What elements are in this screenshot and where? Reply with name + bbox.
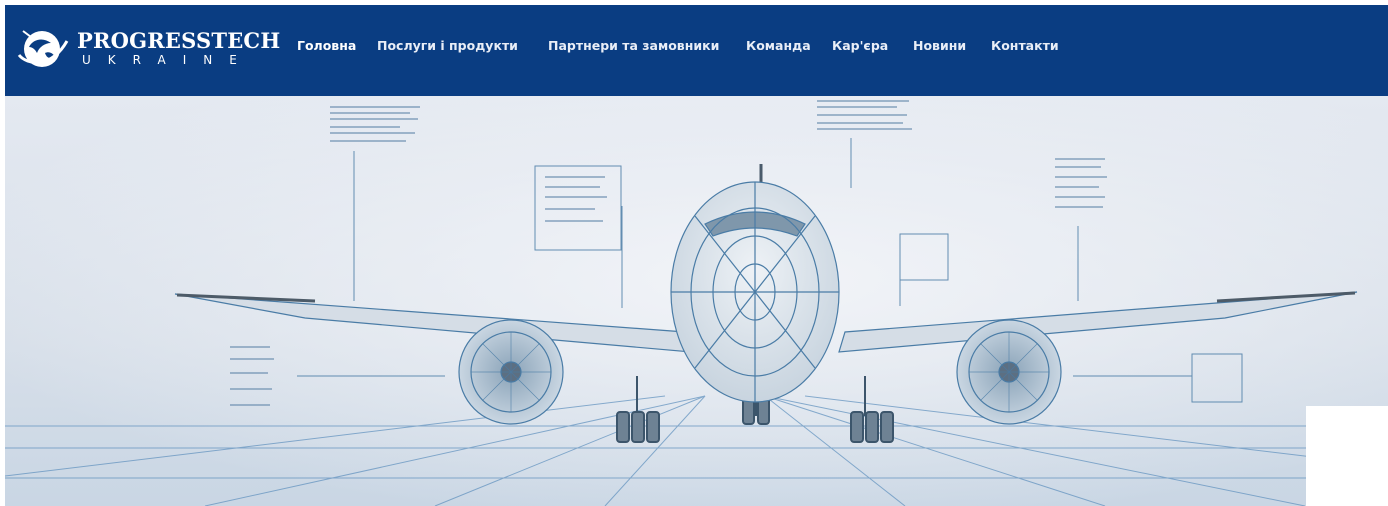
- page-background-corner: [1306, 406, 1388, 506]
- top-navigation-bar: PROGRESSTECH UKRAINE Головна Послуги і п…: [5, 5, 1388, 96]
- nav-item-career[interactable]: Кар'єра: [832, 38, 888, 53]
- nav-item-news[interactable]: Новини: [913, 38, 966, 53]
- brand-subtitle: UKRAINE: [82, 53, 254, 67]
- nav-item-home[interactable]: Головна: [297, 38, 356, 53]
- nav-item-contacts[interactable]: Контакти: [991, 38, 1059, 53]
- brand-logo[interactable]: PROGRESSTECH UKRAINE: [15, 25, 280, 75]
- brand-name: PROGRESSTECH: [77, 28, 281, 53]
- nav-item-partners[interactable]: Партнери та замовники: [548, 38, 719, 53]
- nav-item-services[interactable]: Послуги і продукти: [377, 38, 518, 53]
- globe-swoosh-icon: [17, 30, 69, 67]
- hero-banner: [5, 96, 1388, 506]
- nav-item-team[interactable]: Команда: [746, 38, 811, 53]
- aircraft-blueprint-illustration: [5, 96, 1388, 506]
